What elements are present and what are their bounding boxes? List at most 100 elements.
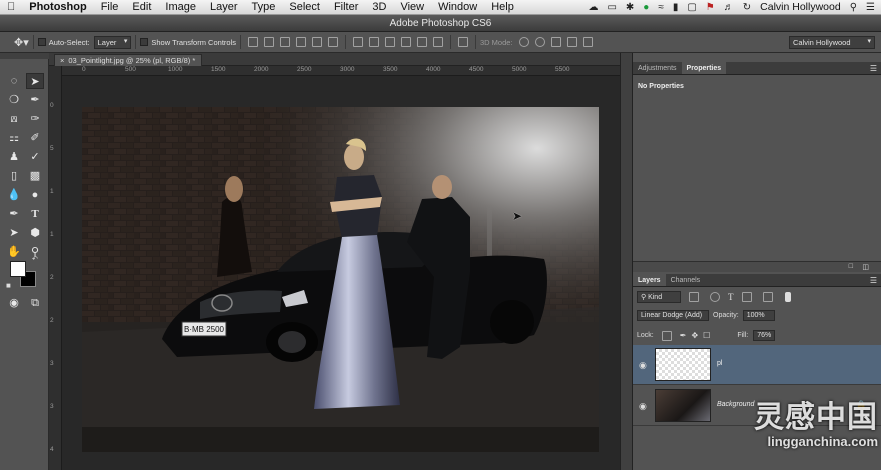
menu-layer[interactable]: Layer: [203, 1, 245, 13]
time-machine-icon[interactable]: ↻: [743, 2, 751, 13]
screen-mode-icon[interactable]: ⧉: [26, 295, 44, 311]
sync-icon[interactable]: ☁: [588, 2, 598, 13]
layer-row-pl[interactable]: ◉ pl: [633, 345, 881, 385]
menu-3d[interactable]: 3D: [365, 1, 393, 13]
filter-toggle[interactable]: [784, 292, 791, 302]
dodge-tool-icon[interactable]: ●: [26, 187, 44, 203]
menu-type[interactable]: Type: [245, 1, 283, 13]
tab-layers[interactable]: Layers: [633, 274, 666, 286]
distribute-top-icon[interactable]: [353, 37, 363, 47]
panel-footer-icon[interactable]: □: [849, 263, 853, 270]
eyedropper-tool-icon[interactable]: ✑: [26, 111, 44, 127]
visibility-eye-icon[interactable]: ◉: [639, 360, 647, 371]
filter-type-icon[interactable]: T: [728, 292, 734, 302]
3d-slide-icon[interactable]: [566, 37, 577, 47]
document-tab-close-icon[interactable]: ×: [60, 56, 64, 65]
default-colors-icon[interactable]: ■: [6, 281, 11, 290]
menu-image[interactable]: Image: [158, 1, 203, 13]
panel-dock-separator[interactable]: [620, 53, 633, 470]
tab-adjustments[interactable]: Adjustments: [633, 62, 682, 74]
notification-icon[interactable]: ☰: [866, 2, 875, 13]
type-tool-icon[interactable]: T: [26, 206, 44, 222]
align-hcenter-icon[interactable]: [312, 37, 322, 47]
move-tool-preset-icon[interactable]: ✥▾: [14, 36, 29, 49]
filter-smart-icon[interactable]: [762, 292, 773, 302]
blend-mode-dropdown[interactable]: Linear Dodge (Add): [637, 310, 709, 321]
show-transform-checkbox[interactable]: [140, 38, 149, 46]
tab-properties[interactable]: Properties: [681, 62, 727, 74]
3d-drag-icon[interactable]: [550, 37, 561, 47]
3d-rotate-icon[interactable]: [518, 37, 529, 47]
3d-scale-icon[interactable]: [582, 37, 593, 47]
filter-kind-dropdown[interactable]: ⚲ Kind: [637, 291, 681, 303]
foreground-color-swatch[interactable]: [10, 261, 26, 277]
quick-mask-icon[interactable]: ◉: [5, 295, 23, 311]
move-tool-icon[interactable]: ➤: [26, 73, 44, 89]
battery-icon[interactable]: ▮: [673, 2, 679, 13]
menu-help[interactable]: Help: [484, 1, 521, 13]
3d-roll-icon[interactable]: [534, 37, 545, 47]
panel-menu-icon[interactable]: ☰: [870, 62, 881, 74]
volume-icon[interactable]: ♬: [724, 2, 734, 13]
clone-stamp-tool-icon[interactable]: ♟: [5, 149, 23, 165]
status-green-icon[interactable]: ●: [643, 2, 649, 13]
brush-tool-icon[interactable]: ✐: [26, 130, 44, 146]
visibility-eye-icon[interactable]: ◉: [639, 401, 647, 412]
blur-tool-icon[interactable]: 💧: [5, 187, 23, 203]
distribute-left-icon[interactable]: [401, 37, 411, 47]
document-image[interactable]: B·MB 2500: [82, 107, 599, 452]
ruler-vertical[interactable]: 0 5 1 1 2 2 3 3 4: [49, 66, 62, 470]
crop-tool-icon[interactable]: ⟎: [5, 111, 23, 127]
align-right-icon[interactable]: [328, 37, 338, 47]
ruler-horizontal[interactable]: 0 500 1000 1500 2000 2500 3000 3500 4000…: [62, 66, 620, 76]
spotlight-icon[interactable]: ⚲: [850, 2, 857, 13]
distribute-vcenter-icon[interactable]: [369, 37, 379, 47]
menu-file[interactable]: File: [94, 1, 126, 13]
swap-colors-icon[interactable]: ↶: [32, 255, 38, 263]
distribute-bottom-icon[interactable]: [385, 37, 395, 47]
gradient-tool-icon[interactable]: ▩: [26, 168, 44, 184]
align-vcenter-icon[interactable]: [264, 37, 274, 47]
flag-icon[interactable]: ⚑: [706, 2, 715, 13]
wifi-icon[interactable]: ≈: [658, 2, 664, 13]
lock-transparent-icon[interactable]: [661, 330, 672, 341]
menu-select[interactable]: Select: [282, 1, 327, 13]
lock-pixels-icon[interactable]: ✒: [680, 331, 687, 340]
align-top-icon[interactable]: [248, 37, 258, 47]
filter-adjustment-icon[interactable]: [710, 292, 720, 302]
opacity-input[interactable]: 100%: [742, 310, 775, 321]
pen-tool-icon[interactable]: ✒: [5, 206, 23, 222]
menu-app-name[interactable]: Photoshop: [22, 1, 93, 13]
path-selection-tool-icon[interactable]: ➤: [5, 225, 23, 241]
healing-brush-tool-icon[interactable]: ⚏: [5, 130, 23, 146]
layer-name[interactable]: pl: [717, 360, 722, 367]
auto-align-icon[interactable]: [458, 37, 468, 47]
menu-edit[interactable]: Edit: [125, 1, 158, 13]
align-bottom-icon[interactable]: [280, 37, 290, 47]
align-left-icon[interactable]: [296, 37, 306, 47]
display-icon[interactable]: ▭: [607, 2, 616, 13]
shape-tool-icon[interactable]: ⬢: [26, 225, 44, 241]
apple-menu-icon[interactable]: : [0, 1, 22, 13]
filter-pixel-icon[interactable]: [689, 292, 699, 302]
trash-icon[interactable]: ◫: [862, 263, 869, 271]
fill-input[interactable]: 76%: [753, 330, 776, 341]
workspace-dropdown[interactable]: Calvin Hollywood: [789, 35, 875, 49]
lock-all-icon[interactable]: ☐: [703, 331, 710, 340]
document-tab[interactable]: × 03_Pointlight.jpg @ 25% (pl, RGB/8) *: [54, 54, 202, 66]
menu-window[interactable]: Window: [431, 1, 484, 13]
menu-filter[interactable]: Filter: [327, 1, 365, 13]
monitor-icon[interactable]: ▢: [687, 2, 696, 13]
distribute-hcenter-icon[interactable]: [417, 37, 427, 47]
hand-tool-icon[interactable]: ✋: [5, 244, 23, 260]
eraser-tool-icon[interactable]: ▯: [5, 168, 23, 184]
layers-panel-menu-icon[interactable]: ☰: [870, 274, 881, 286]
distribute-right-icon[interactable]: [433, 37, 443, 47]
user-name[interactable]: Calvin Hollywood: [760, 1, 841, 13]
quick-select-tool-icon[interactable]: ✒: [26, 92, 44, 108]
filter-shape-icon[interactable]: [741, 292, 752, 302]
lasso-tool-icon[interactable]: ❍: [5, 92, 23, 108]
menu-view[interactable]: View: [393, 1, 431, 13]
history-brush-tool-icon[interactable]: ✓: [26, 149, 44, 165]
auto-select-dropdown[interactable]: Layer: [93, 35, 132, 49]
